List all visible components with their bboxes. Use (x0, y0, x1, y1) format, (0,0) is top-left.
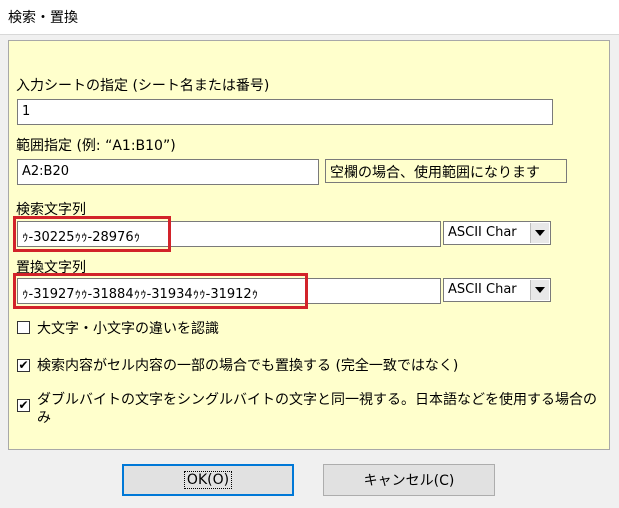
cancel-button[interactable]: キャンセル(C) (323, 464, 495, 496)
option-partial-checkbox[interactable]: ✔ (17, 359, 30, 372)
replace-input[interactable]: ｩ-31927ｩｩ-31884ｩｩ-31934ｩｩ-31912ｩ (17, 278, 441, 304)
range-label: 範囲指定 (例: “A1:B10”) (16, 138, 176, 154)
range-input[interactable]: A2:B20 (17, 159, 319, 185)
ok-button[interactable]: OK(O) (122, 464, 294, 496)
title-bar: 検索・置換 (0, 0, 619, 35)
option-case-checkbox[interactable] (17, 321, 30, 334)
range-note: 空欄の場合、使用範囲になります (325, 159, 567, 183)
option-case-label: 大文字・小文字の違いを認識 (37, 321, 219, 337)
chevron-down-icon[interactable] (530, 223, 549, 243)
cancel-button-label: キャンセル(C) (363, 473, 455, 489)
window-title: 検索・置換 (8, 10, 78, 26)
sheet-input[interactable]: 1 (17, 99, 553, 125)
search-label: 検索文字列 (16, 202, 86, 218)
check-icon: ✔ (18, 358, 29, 372)
replace-encoding-value: ASCII Char (448, 282, 517, 297)
option-width-label: ダブルバイトの文字をシングルバイトの文字と同一視する。日本語などを使用する場合の… (37, 392, 597, 426)
ok-button-label: OK(O) (183, 471, 233, 489)
replace-encoding-select[interactable]: ASCII Char (443, 278, 551, 302)
dialog-panel: 入力シートの指定 (シート名または番号) 1 範囲指定 (例: “A1:B10”… (8, 40, 610, 450)
search-input[interactable]: ｩ-30225ｩｩ-28976ｩ (17, 221, 441, 247)
option-width-checkbox[interactable]: ✔ (17, 399, 30, 412)
sheet-label: 入力シートの指定 (シート名または番号) (16, 78, 270, 94)
chevron-down-icon[interactable] (530, 280, 549, 300)
replace-label: 置換文字列 (16, 260, 86, 276)
check-icon: ✔ (18, 398, 29, 412)
search-encoding-value: ASCII Char (448, 225, 517, 240)
search-encoding-select[interactable]: ASCII Char (443, 221, 551, 245)
option-partial-label: 検索内容がセル内容の一部の場合でも置換する (完全一致ではなく) (37, 358, 459, 374)
